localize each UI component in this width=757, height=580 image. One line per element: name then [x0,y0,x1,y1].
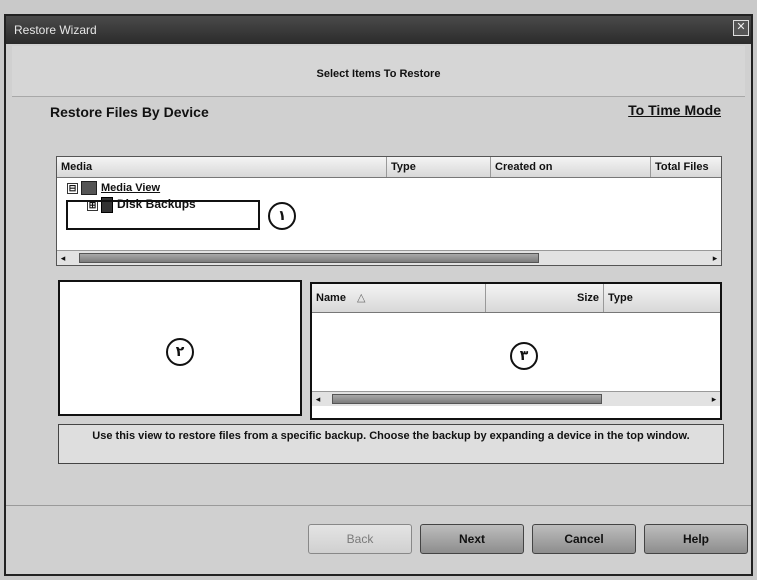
column-header-type[interactable]: Type [387,157,491,177]
file-grid-header: Name △ Size Type [312,284,720,313]
media-view-icon [81,181,97,195]
collapse-icon[interactable]: ⊟ [67,182,78,194]
tree-node-media-view[interactable]: ⊟ Media View [67,181,160,195]
scroll-right-icon[interactable]: ▸ [708,392,720,406]
time-mode-link[interactable]: To Time Mode [628,102,721,118]
tree-node-label: Media View [101,181,161,194]
sort-ascending-icon: △ [357,292,366,304]
column-header-total-files[interactable]: Total Files [651,157,721,177]
section-title: Restore Files By Device [50,104,209,120]
next-button[interactable]: Next [420,524,524,554]
annotation-box-disk-backups [66,200,260,230]
annotation-marker-3: ٣ [510,342,538,370]
window-title: Restore Wizard [14,23,97,37]
column-header-size[interactable]: Size [486,284,604,312]
media-grid-horizontal-scrollbar[interactable]: ◂ ▸ [57,250,721,265]
cancel-button[interactable]: Cancel [532,524,636,554]
scrollbar-thumb[interactable] [332,394,602,404]
help-button[interactable]: Help [644,524,748,554]
annotation-marker-2: ٢ [166,338,194,366]
file-list-pane[interactable]: Name △ Size Type ٣ ◂ ▸ [310,282,722,420]
column-header-type[interactable]: Type [604,284,720,312]
wizard-header: Select Items To Restore [12,46,745,97]
scroll-right-icon[interactable]: ▸ [709,251,721,265]
scroll-left-icon[interactable]: ◂ [312,392,324,406]
column-header-created-on[interactable]: Created on [491,157,651,177]
file-list-horizontal-scrollbar[interactable]: ◂ ▸ [312,391,720,406]
folder-tree-pane[interactable]: ٢ [58,280,302,416]
scroll-left-icon[interactable]: ◂ [57,251,69,265]
annotation-marker-1: ١ [268,202,296,230]
column-header-name[interactable]: Name △ [312,284,486,312]
help-description: Use this view to restore files from a sp… [58,424,724,464]
close-icon[interactable]: ✕ [733,20,749,36]
wizard-step-title: Select Items To Restore [316,68,441,80]
back-button[interactable]: Back [308,524,412,554]
column-header-media[interactable]: Media [57,157,387,177]
column-header-name-label: Name [316,292,346,304]
scrollbar-thumb[interactable] [79,253,539,263]
media-grid-header: Media Type Created on Total Files [57,157,721,178]
footer-divider [6,505,751,506]
title-bar: Restore Wizard ✕ [6,16,751,44]
